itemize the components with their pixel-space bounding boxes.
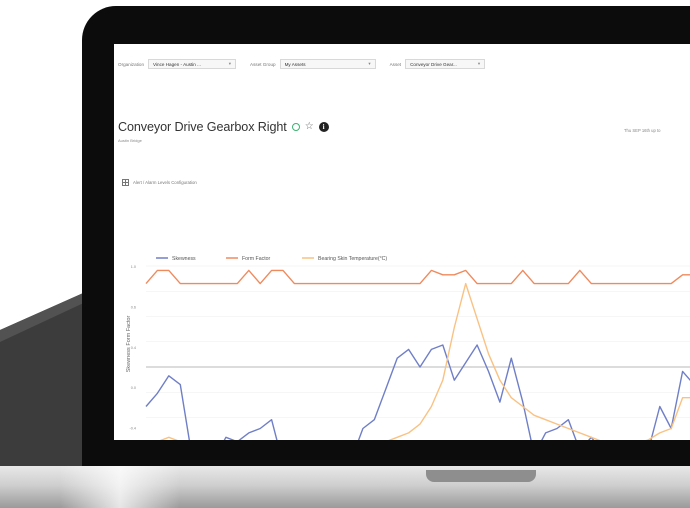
- org-select[interactable]: Vince Hagen - Austin ... ▾: [148, 59, 237, 69]
- org-label: Organization: [118, 61, 145, 67]
- asset-select[interactable]: Conveyor Drive Gear... ▾: [405, 59, 486, 69]
- series-line-2: [145, 269, 690, 285]
- y-tick-label: 1.0: [131, 265, 136, 269]
- chart-lines: [145, 269, 690, 440]
- base-highlight: [60, 466, 180, 508]
- org-value: Vince Hagen - Austin ...: [153, 61, 201, 67]
- asset-group-value: My Assets: [284, 61, 306, 67]
- filter-bar: Organization Vince Hagen - Austin ... ▾ …: [118, 58, 499, 70]
- alert-config-row[interactable]: Alert / Alarm Levels Configuration: [122, 179, 197, 186]
- info-icon[interactable]: i: [318, 122, 329, 132]
- status-ring-icon: [291, 123, 300, 131]
- asset-group-select[interactable]: My Assets ▾: [279, 59, 376, 69]
- chart-grid: [146, 265, 690, 418]
- asset-label: Asset: [389, 61, 402, 67]
- alert-config-label: Alert / Alarm Levels Configuration: [133, 180, 197, 185]
- date-range-label: Thu SEP 16th up to: [624, 128, 661, 133]
- title-row: Conveyor Drive Gearbox Right ☆ i: [118, 120, 329, 134]
- chevron-down-icon: ▾: [368, 61, 371, 66]
- screen: Organization Vince Hagen - Austin ... ▾ …: [114, 44, 690, 440]
- legend-label[interactable]: Form Factor: [242, 256, 271, 262]
- asset-group-label: Asset Group: [250, 61, 276, 67]
- legend-label[interactable]: Skewness: [172, 256, 196, 262]
- y-tick-label: 0.0: [131, 386, 136, 390]
- chevron-down-icon: ▾: [228, 61, 232, 66]
- base-notch: [426, 470, 536, 482]
- page-title: Conveyor Drive Gearbox Right: [118, 120, 287, 134]
- line-chart: Skewness Form Factor Bearing Skin Temperat…: [126, 256, 690, 440]
- asset-value: Conveyor Drive Gear...: [410, 61, 457, 67]
- y-tick-label: 0.6: [131, 305, 136, 309]
- grid-icon: [122, 179, 129, 186]
- page-subtitle: Austin Bridge: [118, 138, 142, 143]
- legend-label[interactable]: Bearing Skin Temperature(°C): [318, 256, 387, 262]
- y-axis-label: Skewness Form Factor: [126, 316, 132, 373]
- y-tick-label: -0.4: [129, 427, 136, 431]
- series-line-3: [159, 282, 690, 440]
- star-icon[interactable]: ☆: [305, 122, 314, 132]
- chart-legend: Skewness Form Factor Bearing Skin Temperat…: [156, 256, 387, 262]
- chevron-down-icon: ▾: [477, 61, 481, 66]
